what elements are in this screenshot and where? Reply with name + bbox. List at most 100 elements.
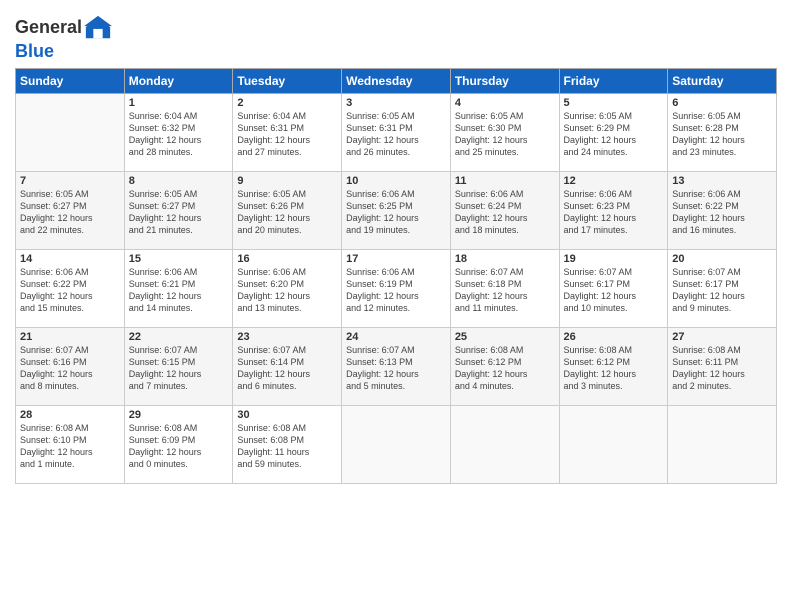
day-number: 15 [129,253,229,265]
day-info: Sunrise: 6:06 AM Sunset: 6:24 PM Dayligh… [455,188,555,237]
calendar-cell [450,406,559,484]
calendar-cell: 16Sunrise: 6:06 AM Sunset: 6:20 PM Dayli… [233,250,342,328]
calendar-cell: 30Sunrise: 6:08 AM Sunset: 6:08 PM Dayli… [233,406,342,484]
day-number: 3 [346,97,446,109]
day-info: Sunrise: 6:06 AM Sunset: 6:19 PM Dayligh… [346,266,446,315]
calendar-table: SundayMondayTuesdayWednesdayThursdayFrid… [15,68,777,484]
calendar-week-5: 28Sunrise: 6:08 AM Sunset: 6:10 PM Dayli… [16,406,777,484]
day-info: Sunrise: 6:07 AM Sunset: 6:18 PM Dayligh… [455,266,555,315]
logo: General Blue [15,14,112,62]
day-info: Sunrise: 6:05 AM Sunset: 6:31 PM Dayligh… [346,110,446,159]
day-number: 21 [20,331,120,343]
day-number: 13 [672,175,772,187]
day-number: 8 [129,175,229,187]
day-number: 14 [20,253,120,265]
day-info: Sunrise: 6:05 AM Sunset: 6:28 PM Dayligh… [672,110,772,159]
calendar-week-2: 7 Sunrise: 6:05 AM Sunset: 6:27 PM Daylig… [16,172,777,250]
day-info: Sunrise: 6:06 AM Sunset: 6:21 PM Dayligh… [129,266,229,315]
day-info: Sunrise: 6:07 AM Sunset: 6:17 PM Dayligh… [672,266,772,315]
calendar-cell: 22Sunrise: 6:07 AM Sunset: 6:15 PM Dayli… [124,328,233,406]
day-number: 28 [20,409,120,421]
day-number: 12 [564,175,664,187]
calendar-header-wednesday: Wednesday [342,69,451,94]
day-number: 11 [455,175,555,187]
day-info: Sunrise: 6:07 AM Sunset: 6:16 PM Dayligh… [20,344,120,393]
day-info: Sunrise: 6:05 AM Sunset: 6:27 PM Dayligh… [129,188,229,237]
day-info: Sunrise: 6:08 AM Sunset: 6:09 PM Dayligh… [129,422,229,471]
day-info: Sunrise: 6:04 AM Sunset: 6:31 PM Dayligh… [237,110,337,159]
day-number: 5 [564,97,664,109]
calendar-cell [559,406,668,484]
calendar-week-1: 1Sunrise: 6:04 AM Sunset: 6:32 PM Daylig… [16,94,777,172]
day-number: 30 [237,409,337,421]
calendar-cell: 4Sunrise: 6:05 AM Sunset: 6:30 PM Daylig… [450,94,559,172]
day-number: 19 [564,253,664,265]
calendar-cell: 1Sunrise: 6:04 AM Sunset: 6:32 PM Daylig… [124,94,233,172]
calendar-cell: 17Sunrise: 6:06 AM Sunset: 6:19 PM Dayli… [342,250,451,328]
calendar-cell: 26Sunrise: 6:08 AM Sunset: 6:12 PM Dayli… [559,328,668,406]
calendar-cell: 27Sunrise: 6:08 AM Sunset: 6:11 PM Dayli… [668,328,777,406]
calendar-cell: 7Sunrise: 6:05 AM Sunset: 6:27 PM Daylig… [16,172,125,250]
logo-icon [84,14,112,42]
day-info: Sunrise: 6:08 AM Sunset: 6:12 PM Dayligh… [564,344,664,393]
day-info: Sunrise: 6:05 AM Sunset: 6:30 PM Dayligh… [455,110,555,159]
calendar-header-monday: Monday [124,69,233,94]
calendar-header-friday: Friday [559,69,668,94]
day-number: 6 [672,97,772,109]
day-number: 26 [564,331,664,343]
day-info: Sunrise: 6:06 AM Sunset: 6:25 PM Dayligh… [346,188,446,237]
day-info: Sunrise: 6:06 AM Sunset: 6:20 PM Dayligh… [237,266,337,315]
calendar-cell: 8Sunrise: 6:05 AM Sunset: 6:27 PM Daylig… [124,172,233,250]
day-number: 22 [129,331,229,343]
day-number: 18 [455,253,555,265]
calendar-cell: 24Sunrise: 6:07 AM Sunset: 6:13 PM Dayli… [342,328,451,406]
day-info: Sunrise: 6:08 AM Sunset: 6:10 PM Dayligh… [20,422,120,471]
day-number: 23 [237,331,337,343]
calendar-body: 1Sunrise: 6:04 AM Sunset: 6:32 PM Daylig… [16,94,777,484]
day-info: Sunrise: 6:07 AM Sunset: 6:13 PM Dayligh… [346,344,446,393]
calendar-header-saturday: Saturday [668,69,777,94]
day-info: Sunrise: 6:05 AM Sunset: 6:26 PM Dayligh… [237,188,337,237]
calendar-cell: 14Sunrise: 6:06 AM Sunset: 6:22 PM Dayli… [16,250,125,328]
day-info: Sunrise: 6:06 AM Sunset: 6:23 PM Dayligh… [564,188,664,237]
logo-general: General [15,18,82,38]
day-number: 25 [455,331,555,343]
calendar-cell: 10Sunrise: 6:06 AM Sunset: 6:25 PM Dayli… [342,172,451,250]
calendar-header-thursday: Thursday [450,69,559,94]
calendar-header-row: SundayMondayTuesdayWednesdayThursdayFrid… [16,69,777,94]
calendar-cell: 23Sunrise: 6:07 AM Sunset: 6:14 PM Dayli… [233,328,342,406]
day-number: 24 [346,331,446,343]
day-number: 7 [20,175,120,187]
calendar-week-3: 14Sunrise: 6:06 AM Sunset: 6:22 PM Dayli… [16,250,777,328]
calendar-cell: 11Sunrise: 6:06 AM Sunset: 6:24 PM Dayli… [450,172,559,250]
calendar-cell: 2Sunrise: 6:04 AM Sunset: 6:31 PM Daylig… [233,94,342,172]
calendar-cell: 25Sunrise: 6:08 AM Sunset: 6:12 PM Dayli… [450,328,559,406]
calendar-cell: 18Sunrise: 6:07 AM Sunset: 6:18 PM Dayli… [450,250,559,328]
day-number: 27 [672,331,772,343]
day-info: Sunrise: 6:08 AM Sunset: 6:11 PM Dayligh… [672,344,772,393]
calendar-cell: 20Sunrise: 6:07 AM Sunset: 6:17 PM Dayli… [668,250,777,328]
calendar-cell: 29Sunrise: 6:08 AM Sunset: 6:09 PM Dayli… [124,406,233,484]
logo-blue: Blue [15,41,54,61]
day-info: Sunrise: 6:07 AM Sunset: 6:17 PM Dayligh… [564,266,664,315]
day-info: Sunrise: 6:08 AM Sunset: 6:08 PM Dayligh… [237,422,337,471]
day-info: Sunrise: 6:04 AM Sunset: 6:32 PM Dayligh… [129,110,229,159]
calendar-cell: 21Sunrise: 6:07 AM Sunset: 6:16 PM Dayli… [16,328,125,406]
day-info: Sunrise: 6:08 AM Sunset: 6:12 PM Dayligh… [455,344,555,393]
day-number: 4 [455,97,555,109]
calendar-cell [668,406,777,484]
calendar-cell: 5Sunrise: 6:05 AM Sunset: 6:29 PM Daylig… [559,94,668,172]
day-info: Sunrise: 6:06 AM Sunset: 6:22 PM Dayligh… [20,266,120,315]
calendar-cell: 3Sunrise: 6:05 AM Sunset: 6:31 PM Daylig… [342,94,451,172]
day-number: 16 [237,253,337,265]
day-info: Sunrise: 6:07 AM Sunset: 6:15 PM Dayligh… [129,344,229,393]
day-number: 2 [237,97,337,109]
calendar-cell: 12Sunrise: 6:06 AM Sunset: 6:23 PM Dayli… [559,172,668,250]
day-info: Sunrise: 6:05 AM Sunset: 6:29 PM Dayligh… [564,110,664,159]
calendar-cell: 6Sunrise: 6:05 AM Sunset: 6:28 PM Daylig… [668,94,777,172]
day-number: 29 [129,409,229,421]
calendar-cell: 15Sunrise: 6:06 AM Sunset: 6:21 PM Dayli… [124,250,233,328]
calendar-week-4: 21Sunrise: 6:07 AM Sunset: 6:16 PM Dayli… [16,328,777,406]
day-number: 10 [346,175,446,187]
day-number: 9 [237,175,337,187]
